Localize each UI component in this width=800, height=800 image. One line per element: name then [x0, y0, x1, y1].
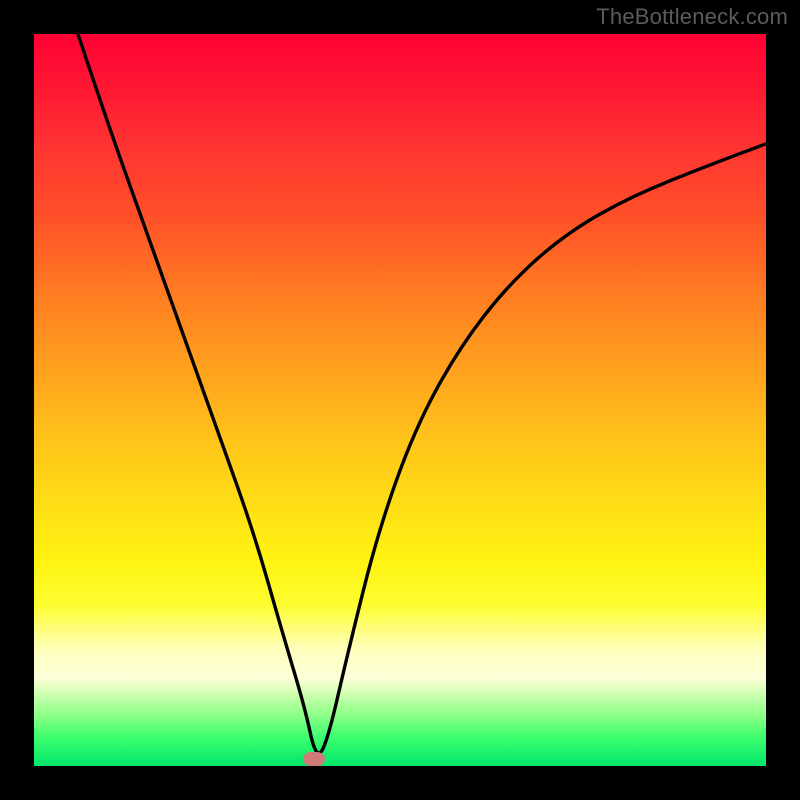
curve-svg: [34, 34, 766, 766]
optimum-marker: [303, 752, 325, 766]
bottleneck-curve-path: [78, 34, 766, 753]
chart-frame: TheBottleneck.com: [0, 0, 800, 800]
plot-area: [34, 34, 766, 766]
attribution-text: TheBottleneck.com: [596, 4, 788, 30]
